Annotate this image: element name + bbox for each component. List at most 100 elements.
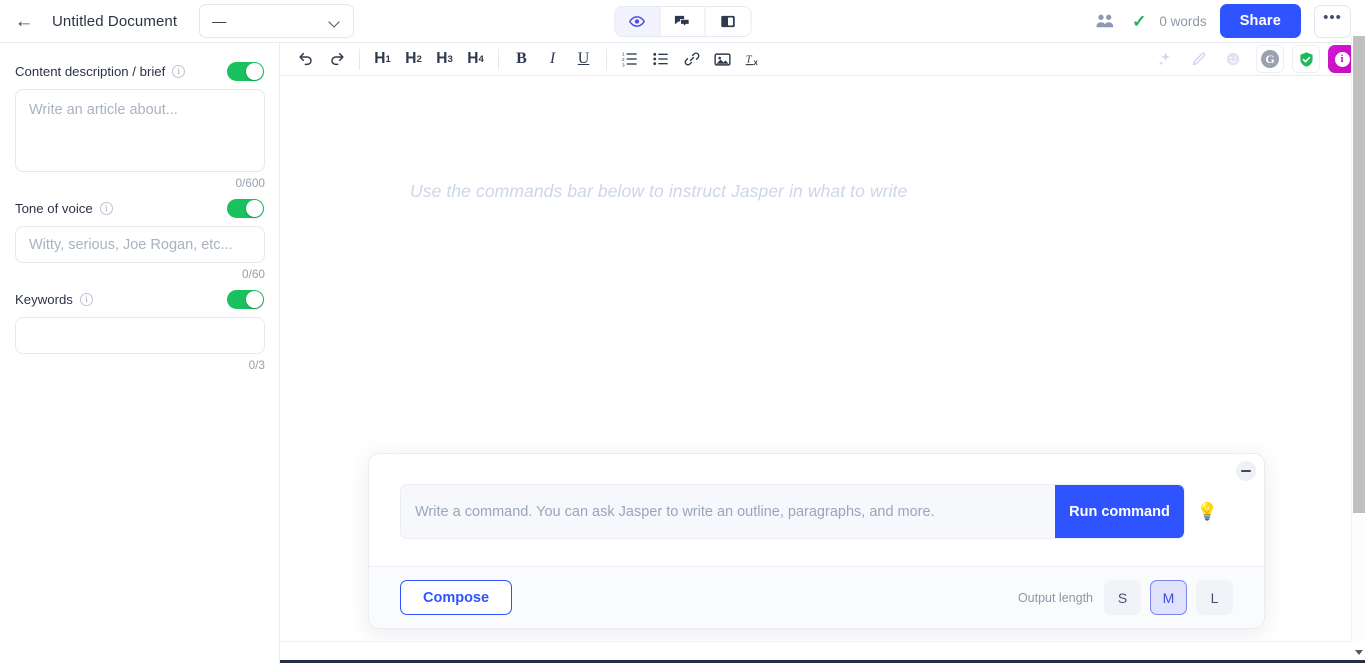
toolbar-divider [498, 48, 499, 70]
command-panel: Run command 💡 Compose Output length S M … [368, 453, 1265, 629]
lightbulb-icon[interactable]: 💡 [1197, 503, 1218, 520]
comments-icon [674, 15, 690, 27]
link-icon[interactable] [676, 46, 707, 73]
more-options-button[interactable]: ••• [1314, 4, 1351, 38]
grammarly-glyph: G [1261, 50, 1279, 68]
field-header: Tone of voice i [15, 194, 264, 222]
editor-toolbar: H1 H2 H3 H4 B I U 1 2 3 T x G i [280, 43, 1365, 76]
ellipsis-icon: ••• [1323, 9, 1342, 26]
emoji-icon[interactable] [1217, 46, 1248, 73]
scroll-down-button[interactable] [1352, 642, 1365, 663]
eye-icon [628, 15, 646, 27]
clear-formatting-icon[interactable]: T x [738, 46, 769, 73]
info-glyph: i [1334, 51, 1350, 67]
collaborators-button[interactable] [1091, 7, 1119, 35]
svg-text:T: T [746, 54, 753, 65]
grammarly-icon[interactable]: G [1256, 45, 1284, 73]
svg-text:3: 3 [622, 62, 625, 67]
heading-3-button[interactable]: H3 [429, 46, 460, 73]
chevron-down-icon [330, 18, 341, 25]
svg-text:1: 1 [622, 52, 625, 57]
toolbar-divider [606, 48, 607, 70]
vertical-scrollbar[interactable] [1351, 34, 1365, 655]
share-button[interactable]: Share [1219, 4, 1301, 38]
bottom-strip [280, 641, 1351, 660]
keywords-input[interactable] [15, 317, 265, 354]
bold-button[interactable]: B [506, 46, 537, 73]
field-keywords: Keywords i 0/3 [15, 285, 265, 372]
command-panel-bottom: Compose Output length S M L [369, 566, 1264, 628]
scrollbar-thumb[interactable] [1353, 36, 1365, 513]
sidebar-panel-icon [720, 15, 735, 27]
document-canvas[interactable]: Use the commands bar below to instruct J… [280, 76, 1365, 663]
jasper-document-app: ← Untitled Document — ✓ 0 words Share ••… [0, 0, 1365, 663]
field-label: Content description / brief [15, 63, 166, 79]
redo-icon[interactable] [321, 46, 352, 73]
command-input-row: Run command 💡 [400, 484, 1218, 539]
svg-text:x: x [754, 58, 759, 67]
shield-check-icon[interactable] [1292, 45, 1320, 73]
output-length-l-button[interactable]: L [1196, 580, 1233, 615]
command-input[interactable] [401, 485, 1056, 538]
field-label: Keywords [15, 291, 73, 307]
undo-icon[interactable] [290, 46, 321, 73]
char-counter: 0/3 [248, 358, 265, 372]
compose-button[interactable]: Compose [400, 580, 513, 615]
underline-button[interactable]: U [568, 46, 599, 73]
field-tone-of-voice: Tone of voice i 0/60 [15, 194, 265, 281]
info-icon[interactable]: i [99, 201, 113, 215]
field-toggle[interactable] [227, 289, 264, 309]
italic-button[interactable]: I [537, 46, 568, 73]
page-title: Untitled Document [52, 12, 178, 30]
minus-icon [1241, 469, 1251, 473]
field-toggle[interactable] [227, 198, 264, 218]
char-counter: 0/600 [235, 176, 265, 190]
saved-check-icon: ✓ [1132, 11, 1147, 31]
field-header: Content description / brief i [15, 57, 264, 85]
bullet-list-icon[interactable] [645, 46, 676, 73]
svg-text:2: 2 [622, 57, 625, 62]
sparkle-icon[interactable] [1149, 46, 1180, 73]
word-count-label: 0 words [1159, 13, 1207, 29]
image-icon[interactable] [707, 46, 738, 73]
field-header: Keywords i [15, 285, 264, 313]
caret-down-icon [1355, 650, 1363, 655]
field-content-description: Content description / brief i 0/600 [15, 57, 265, 190]
info-icon[interactable]: i [79, 292, 93, 306]
command-input-wrapper[interactable]: Run command [400, 484, 1185, 539]
header-left-group: ← Untitled Document — [10, 4, 355, 38]
template-select-value: — [212, 13, 228, 29]
content-description-input[interactable] [15, 89, 265, 172]
field-label: Tone of voice [15, 200, 93, 216]
view-mode-panel-button[interactable] [705, 6, 750, 36]
back-button[interactable]: ← [10, 7, 38, 35]
tone-of-voice-input[interactable] [15, 226, 265, 263]
ordered-list-icon[interactable]: 1 2 3 [614, 46, 645, 73]
minimize-button[interactable] [1236, 461, 1256, 481]
people-icon [1096, 14, 1114, 28]
run-command-button[interactable]: Run command [1055, 485, 1184, 538]
field-toggle[interactable] [227, 61, 264, 81]
canvas-placeholder-text: Use the commands bar below to instruct J… [410, 181, 908, 201]
info-icon[interactable]: i [172, 64, 186, 78]
back-arrow-icon: ← [14, 10, 34, 32]
view-mode-toggle-group [614, 5, 751, 37]
app-body: Content description / brief i 0/600 Tone… [0, 43, 1365, 663]
heading-4-button[interactable]: H4 [460, 46, 491, 73]
toolbar-divider [359, 48, 360, 70]
app-header: ← Untitled Document — ✓ 0 words Share ••… [0, 0, 1365, 43]
char-counter: 0/60 [242, 267, 265, 281]
inputs-sidebar: Content description / brief i 0/600 Tone… [0, 43, 280, 663]
heading-2-button[interactable]: H2 [398, 46, 429, 73]
output-length-s-button[interactable]: S [1104, 580, 1141, 615]
view-mode-preview-button[interactable] [615, 6, 660, 36]
template-select[interactable]: — [199, 4, 355, 38]
view-mode-comments-button[interactable] [660, 6, 705, 36]
output-length-group: Output length S M L [1018, 580, 1233, 615]
output-length-m-button[interactable]: M [1150, 580, 1187, 615]
pencil-icon[interactable] [1183, 46, 1214, 73]
command-panel-top: Run command 💡 [369, 454, 1264, 566]
heading-1-button[interactable]: H1 [367, 46, 398, 73]
toolbar-right-group: G i [1149, 45, 1357, 73]
editor-column: H1 H2 H3 H4 B I U 1 2 3 T x G i Use the … [280, 43, 1365, 663]
